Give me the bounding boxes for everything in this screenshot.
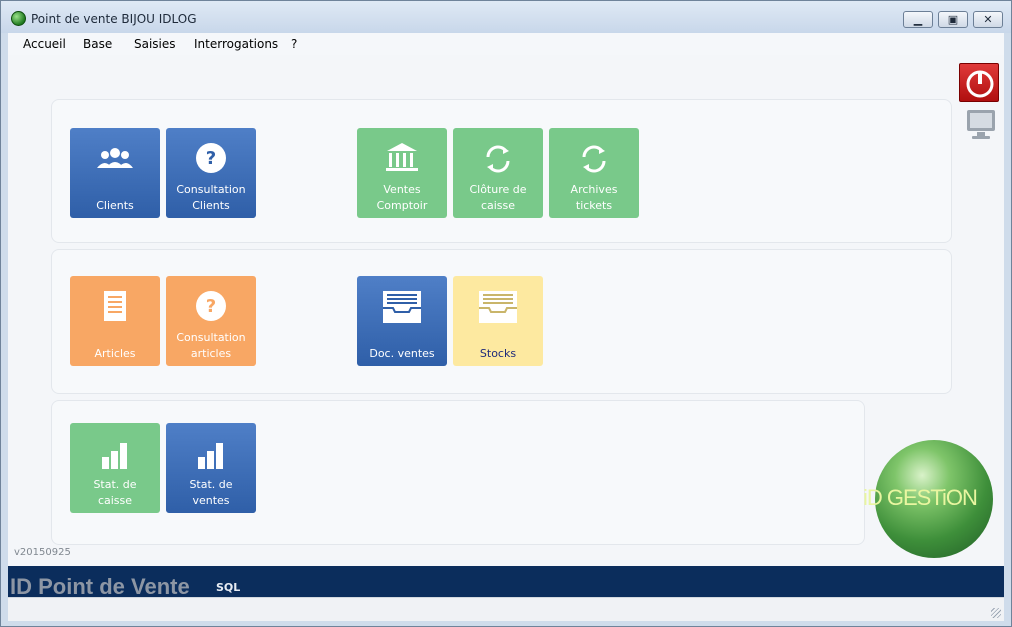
tile-label: Comptoir: [376, 199, 428, 212]
tile-archives-tickets[interactable]: Archives tickets: [549, 128, 639, 218]
bar-chart-icon: [198, 443, 223, 469]
menu-accueil[interactable]: Accueil: [23, 37, 66, 51]
tile-stat-ventes[interactable]: Stat. de ventes: [166, 423, 256, 513]
main-panel: Clients ? Consultation Clients Ventes Co…: [8, 55, 1004, 566]
window-title: Point de vente BIJOU IDLOG: [31, 12, 197, 26]
tile-label: Articles: [94, 347, 136, 360]
tile-label: articles: [190, 347, 232, 360]
tile-label: Stat. de: [93, 478, 137, 491]
tile-label: caisse: [97, 494, 133, 507]
refresh-icon: [486, 145, 510, 173]
tile-articles[interactable]: Articles: [70, 276, 160, 366]
tile-clients[interactable]: Clients: [70, 128, 160, 218]
question-icon: ?: [196, 143, 226, 173]
tile-cloture-caisse[interactable]: Clôture de caisse: [453, 128, 543, 218]
tile-label: Doc. ventes: [369, 347, 435, 360]
tile-label: Consultation: [176, 331, 246, 344]
menu-bar: Accueil Base Saisies Interrogations ?: [8, 33, 1004, 55]
menu-saisies[interactable]: Saisies: [134, 37, 176, 51]
maximize-button[interactable]: ▣: [938, 11, 968, 28]
minimize-button[interactable]: ▁: [903, 11, 933, 28]
title-bar[interactable]: Point de vente BIJOU IDLOG ▁ ▣ ✕: [1, 1, 1011, 33]
footer-band: ID Point de Vente SQL: [8, 566, 1004, 599]
bank-icon: [386, 143, 418, 171]
monitor-icon[interactable]: [964, 107, 998, 141]
tile-stat-caisse[interactable]: Stat. de caisse: [70, 423, 160, 513]
app-icon: [11, 11, 26, 26]
version-label: v20150925: [14, 547, 71, 558]
tile-label: Clôture de: [469, 183, 527, 196]
tile-label: Stocks: [479, 347, 517, 360]
tile-doc-ventes[interactable]: Doc. ventes: [357, 276, 447, 366]
tile-label: Clients: [96, 199, 134, 212]
power-icon: [966, 70, 994, 98]
tile-stocks[interactable]: Stocks: [453, 276, 543, 366]
menu-base[interactable]: Base: [83, 37, 112, 51]
question-icon: ?: [196, 291, 226, 321]
logo-text: iD GESTiON: [863, 485, 978, 510]
tile-label: Ventes: [383, 183, 421, 196]
document-icon: [104, 291, 126, 321]
tile-consultation-articles[interactable]: ? Consultation articles: [166, 276, 256, 366]
status-bar: [8, 597, 1004, 621]
tile-label: tickets: [575, 199, 613, 212]
tile-label: Archives: [570, 183, 618, 196]
inbox-tray-icon: [383, 291, 421, 323]
resize-grip-icon[interactable]: [991, 608, 1001, 618]
menu-interrogations[interactable]: Interrogations: [194, 37, 278, 51]
tile-label: Stat. de: [189, 478, 233, 491]
inbox-tray-icon: [479, 291, 517, 323]
tile-label: Clients: [192, 199, 230, 212]
bar-chart-icon: [102, 443, 127, 469]
close-button[interactable]: ✕: [973, 11, 1003, 28]
tile-label: caisse: [480, 199, 516, 212]
tile-consultation-clients[interactable]: ? Consultation Clients: [166, 128, 256, 218]
svg-text:?: ?: [206, 148, 216, 169]
app-window: Point de vente BIJOU IDLOG ▁ ▣ ✕ Accueil…: [0, 0, 1012, 627]
users-icon: [97, 148, 133, 168]
refresh-icon: [582, 145, 606, 173]
sql-indicator: SQL: [216, 581, 241, 594]
power-button[interactable]: [959, 63, 999, 102]
tile-label: Consultation: [176, 183, 246, 196]
tile-label: ventes: [192, 494, 230, 507]
tile-ventes-comptoir[interactable]: Ventes Comptoir: [357, 128, 447, 218]
menu-help[interactable]: ?: [291, 37, 297, 51]
svg-text:?: ?: [206, 296, 216, 317]
